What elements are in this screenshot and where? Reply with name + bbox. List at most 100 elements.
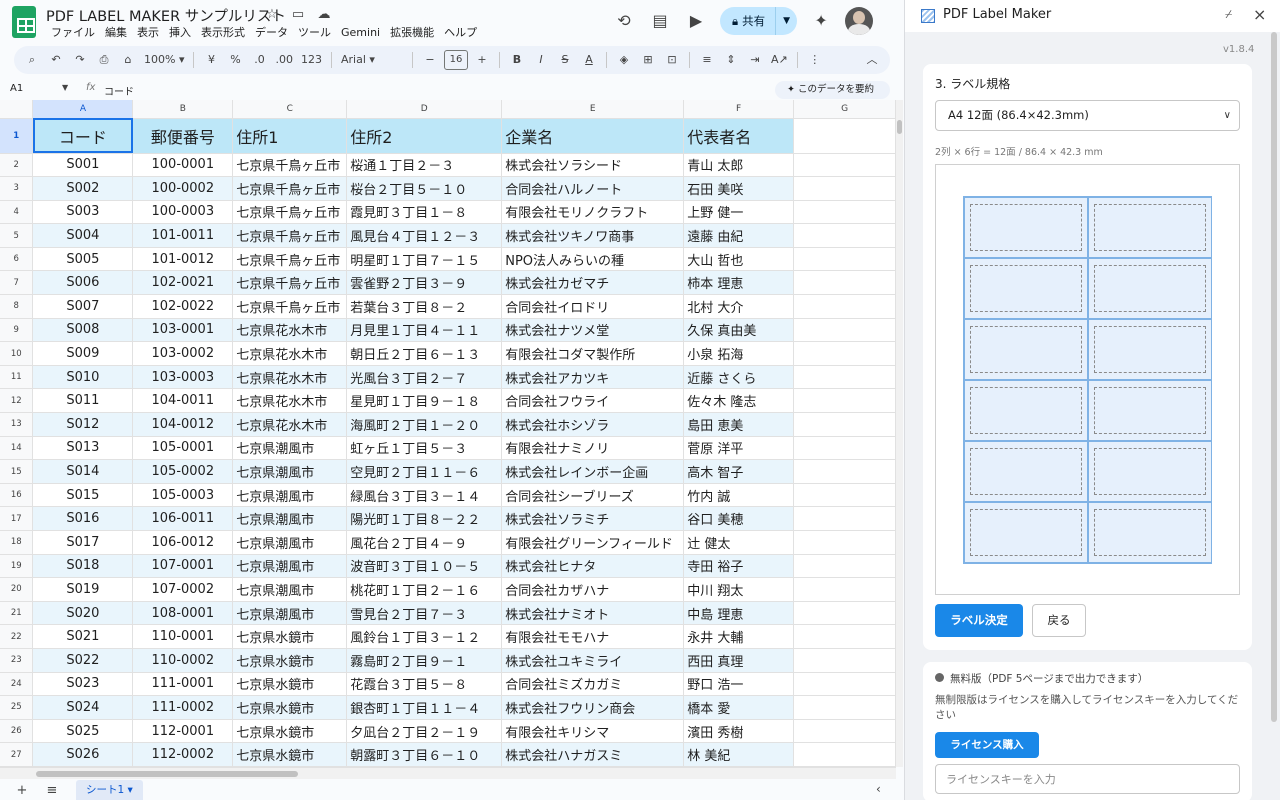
cell[interactable]: 株式会社ナミオト [501, 601, 685, 626]
menu-item[interactable]: ヘルプ [439, 25, 482, 41]
cell[interactable]: 高木 智子 [683, 459, 795, 484]
paint-format-icon[interactable]: ⌂ [118, 49, 138, 71]
cell[interactable]: 100-0001 [132, 153, 234, 178]
name-box-dropdown-icon[interactable]: ▼ [62, 83, 68, 92]
cell[interactable]: S006 [32, 270, 134, 296]
menu-item[interactable]: ファイル [46, 25, 100, 41]
cell[interactable]: 中川 翔太 [683, 577, 795, 602]
cell[interactable]: 七京県水鏡市 [232, 648, 348, 673]
horizontal-scroll-thumb[interactable] [36, 771, 298, 777]
cell[interactable]: 朝日丘２丁目６－１３ [346, 341, 503, 366]
column-header[interactable]: F [683, 100, 795, 119]
cell[interactable] [793, 554, 896, 579]
cell[interactable]: 七京県千鳥ヶ丘市 [232, 270, 348, 296]
cell[interactable]: 七京県潮風市 [232, 530, 348, 555]
cell[interactable]: 虹ヶ丘１丁目５－３ [346, 436, 503, 461]
cell[interactable]: 風鈴台１丁目３－１２ [346, 624, 503, 649]
font-size-input[interactable]: 16 [443, 50, 468, 70]
cell[interactable]: 夕凪台２丁目２－１９ [346, 719, 503, 744]
font-size-decrease-button[interactable]: − [420, 49, 440, 71]
cell[interactable]: 株式会社カゼマチ [501, 270, 685, 296]
cell[interactable]: S012 [32, 412, 134, 437]
menu-item[interactable]: データ [250, 25, 293, 41]
cell[interactable] [793, 176, 896, 201]
history-icon[interactable]: ⟲ [612, 9, 636, 33]
row-header[interactable]: 9 [0, 318, 34, 343]
cell[interactable]: 七京県潮風市 [232, 577, 348, 602]
row-header[interactable]: 11 [0, 365, 34, 390]
percent-format-button[interactable]: % [225, 49, 245, 71]
cell[interactable]: 風花台２丁目４－９ [346, 530, 503, 555]
text-wrap-icon[interactable]: ⇥ [745, 49, 765, 71]
cell[interactable]: 103-0001 [132, 318, 234, 343]
cell[interactable] [793, 695, 896, 720]
cell[interactable]: 野口 浩一 [683, 672, 795, 697]
cell[interactable]: 七京県水鏡市 [232, 672, 348, 697]
collapse-toolbar-icon[interactable]: ︿ [862, 49, 882, 71]
row-header[interactable]: 26 [0, 719, 34, 744]
sheet-tab[interactable]: シート1 ▾ [76, 780, 143, 800]
zoom-select[interactable]: 100% ▾ [142, 49, 186, 71]
cell[interactable]: 寺田 裕子 [683, 554, 795, 579]
cell[interactable] [793, 200, 896, 225]
cell[interactable] [793, 247, 896, 272]
cell[interactable]: 七京県水鏡市 [232, 742, 348, 767]
row-header[interactable]: 21 [0, 601, 34, 626]
cell[interactable]: 花霞台３丁目５－８ [346, 672, 503, 697]
column-header[interactable]: B [132, 100, 234, 119]
font-size-increase-button[interactable]: + [472, 49, 492, 71]
cell[interactable]: S025 [32, 719, 134, 744]
column-header[interactable]: A [32, 100, 134, 119]
row-header[interactable]: 8 [0, 294, 34, 319]
cell[interactable]: 近藤 さくら [683, 365, 795, 390]
cell[interactable]: 濱田 秀樹 [683, 719, 795, 744]
cell[interactable]: 株式会社レインボー企画 [501, 459, 685, 484]
cell[interactable] [793, 483, 896, 508]
cell[interactable]: 島田 恵美 [683, 412, 795, 437]
decrease-decimal-button[interactable]: .0 [249, 49, 269, 71]
cell[interactable] [793, 506, 896, 531]
menu-item[interactable]: 拡張機能 [385, 25, 439, 41]
cell[interactable] [793, 318, 896, 343]
cell[interactable]: 桃花町１丁目２－１６ [346, 577, 503, 602]
select-all-corner[interactable] [0, 100, 34, 119]
grid-viewport[interactable]: ABCDEFG 1 コード 郵便番号 住所1 住所2 企業名 代表者名 2 S001 100-00… [0, 100, 896, 767]
cell[interactable]: 七京県水鏡市 [232, 719, 348, 744]
cell[interactable] [793, 601, 896, 626]
cell[interactable]: S022 [32, 648, 134, 673]
cell[interactable]: S015 [32, 483, 134, 508]
row-header[interactable]: 1 [0, 118, 34, 154]
row-header[interactable]: 15 [0, 459, 34, 484]
cell[interactable]: 107-0001 [132, 554, 234, 579]
row-header[interactable]: 23 [0, 648, 34, 673]
menu-item[interactable]: 表示形式 [196, 25, 250, 41]
panel-scrollbar[interactable] [1269, 32, 1279, 800]
cell[interactable]: 海風町２丁目１－２０ [346, 412, 503, 437]
cell[interactable]: 光風台３丁目２－７ [346, 365, 503, 390]
borders-icon[interactable]: ⊞ [638, 49, 658, 71]
avatar[interactable] [845, 7, 874, 35]
redo-icon[interactable]: ↷ [70, 49, 90, 71]
cell[interactable] [793, 459, 896, 484]
add-sheet-icon[interactable]: + [14, 783, 30, 798]
unpin-icon[interactable]: ⌿ [1225, 7, 1232, 22]
search-menus-icon[interactable]: ⌕ [22, 49, 42, 71]
cell[interactable] [793, 742, 896, 767]
cell[interactable]: S001 [32, 153, 134, 178]
cell[interactable]: 霞見町３丁目１－８ [346, 200, 503, 225]
share-dropdown-icon[interactable]: ▼ [775, 7, 797, 35]
cell[interactable]: 有限会社コダマ製作所 [501, 341, 685, 366]
cell[interactable]: 101-0011 [132, 223, 234, 248]
cell[interactable]: 七京県千鳥ヶ丘市 [232, 176, 348, 201]
cell[interactable]: 七京県花水木市 [232, 365, 348, 390]
cell[interactable]: 104-0011 [132, 388, 234, 414]
cell[interactable]: S009 [32, 341, 134, 366]
cell[interactable]: 108-0001 [132, 601, 234, 626]
cell[interactable]: 竹内 誠 [683, 483, 795, 508]
cell[interactable]: S007 [32, 294, 134, 319]
cell[interactable]: S019 [32, 577, 134, 602]
row-header[interactable]: 14 [0, 436, 34, 461]
cell[interactable]: 七京県潮風市 [232, 459, 348, 484]
cell[interactable]: 有限会社キリシマ [501, 719, 685, 744]
name-box[interactable]: A1 [10, 83, 23, 94]
